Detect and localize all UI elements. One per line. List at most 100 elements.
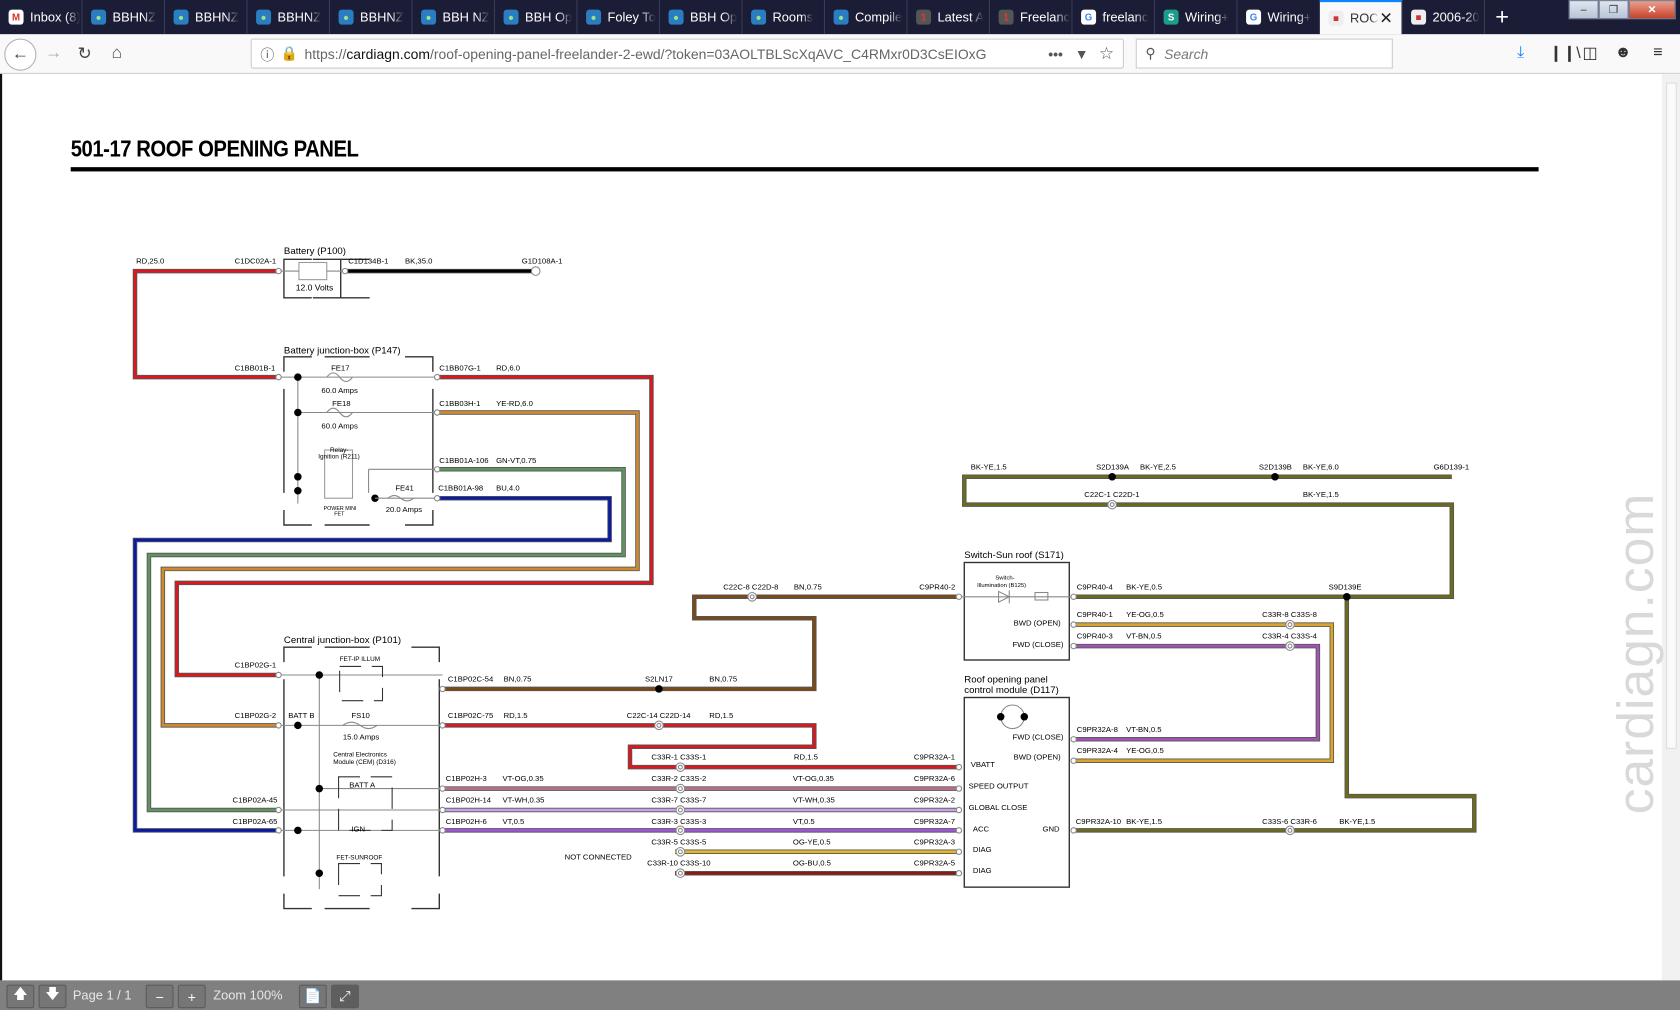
wire-label: VT-WH,0.35	[793, 796, 835, 805]
wire-label: RD,1.5	[709, 711, 733, 720]
connector-pin	[955, 848, 963, 856]
module-label: Roof opening panel	[964, 675, 1047, 686]
connector-pin	[433, 466, 441, 473]
connector-pin	[439, 785, 446, 792]
not-connected-label: NOT CONNECTED	[565, 852, 632, 861]
splice-dot	[294, 721, 302, 730]
wire-label: C9PR40-3	[1077, 632, 1113, 641]
wire-label: BK-YE,1.5	[971, 462, 1007, 471]
wire-label: RD,1.5	[504, 711, 528, 720]
splice-dot	[294, 486, 302, 495]
fuse-rating: 20.0 Amps	[386, 505, 423, 514]
wire-label: C33R-5 C33S-5	[651, 837, 706, 846]
zoom-out-button[interactable]: −	[145, 984, 174, 1009]
connector-pin	[1070, 642, 1077, 650]
splice-dot	[1020, 713, 1029, 721]
wire-label: DIAG	[973, 845, 992, 854]
wire-label: BATT B	[288, 711, 314, 720]
connector-pin	[433, 409, 441, 416]
wire-label: BK-YE,2.5	[1140, 462, 1176, 471]
splice-dot	[294, 826, 302, 835]
wire-label: IGN	[351, 824, 365, 833]
module-label: control module (D117)	[964, 685, 1059, 696]
wire-label: OG-YE,0.5	[793, 837, 831, 846]
connector-pin	[433, 495, 441, 502]
wire-label: BN,0.75	[709, 674, 737, 683]
zoom-in-button[interactable]: +	[177, 984, 206, 1009]
wire-label: C1BP02H-14	[446, 796, 492, 805]
prev-page-button[interactable]: 🡅	[6, 984, 35, 1009]
wire-label: G1D108A-1	[522, 257, 563, 266]
wire-label: C1BP02G-2	[235, 711, 277, 720]
cjb-label: Central junction-box (P101)	[284, 635, 401, 646]
splice-dot	[1108, 473, 1116, 481]
connector-pin	[955, 785, 963, 792]
cjb-relay-2	[338, 863, 382, 897]
wire-label: C33R-8 C33S-8	[1262, 610, 1317, 619]
wire-label: VT-BN,0.5	[1126, 632, 1162, 641]
wire-label: C22C-8 C22D-8	[723, 582, 778, 591]
connector-pin	[439, 806, 446, 814]
connector-pin	[1070, 621, 1077, 628]
wire-label: C9PR32A-1	[914, 753, 955, 762]
wire-rd-25	[133, 269, 279, 379]
wire-label: C9PR32A-4	[1077, 746, 1119, 755]
battery-voltage: 12.0 Volts	[296, 282, 334, 292]
splice-dot	[315, 869, 324, 877]
wiring-diagram: Battery (P100) 12.0 Volts RD,25.0 C1DC02A-1…	[132, 246, 1477, 910]
connector-pin	[433, 373, 441, 381]
splice-dot	[294, 473, 302, 481]
wire-rd-6-outline	[174, 374, 654, 678]
splice-dot	[1271, 473, 1279, 481]
wire-label: BK-YE,0.5	[1126, 582, 1162, 591]
wire-label: YE-OG,0.5	[1126, 610, 1164, 619]
wire-label: C1BB01A-106	[439, 456, 488, 465]
wire-label: SPEED OUTPUT	[969, 782, 1029, 791]
download-pdf-button[interactable]: 📄	[298, 984, 327, 1009]
wire-label: G6D139-1	[1434, 462, 1470, 471]
fullscreen-button[interactable]: ⤢	[331, 984, 359, 1009]
connector-pin	[1070, 593, 1077, 601]
switch-illum-label: Illumination (B125)	[977, 583, 1026, 589]
wire-label: VBATT	[971, 760, 996, 769]
module-label: Module (CEM) (D316)	[333, 759, 396, 766]
connector-pin	[439, 827, 446, 834]
switch-label: Switch-Sun roof (S171)	[964, 550, 1064, 561]
inline-connector	[1285, 619, 1295, 630]
inline-connector	[1107, 499, 1117, 510]
cjb-relay-0	[339, 665, 384, 702]
wire-label: FWD (CLOSE)	[1013, 640, 1064, 649]
next-page-button[interactable]: 🡇	[38, 984, 67, 1009]
splice-dot	[294, 373, 302, 381]
fuse-rating: 60.0 Amps	[321, 422, 358, 431]
wire-label: C1BP02H-3	[446, 774, 487, 783]
wire-rd-6	[175, 375, 653, 677]
wire-label: BATT A	[349, 781, 376, 790]
connector-pin	[275, 806, 282, 814]
wire-label: BN,0.75	[504, 674, 532, 683]
wire-bk-ye-top	[962, 475, 1454, 599]
splice-dot	[294, 408, 302, 417]
inline-connector	[675, 846, 686, 857]
inline-connector	[675, 783, 686, 794]
wire-label: C1BP02C-54	[448, 674, 494, 683]
wire-label: C9PR32A-5	[914, 859, 955, 868]
inline-connector	[747, 591, 757, 602]
relay-label: FET-SUNROOF	[336, 854, 382, 861]
wire-label: C1BB01B-1	[235, 364, 276, 373]
wire-label: ACC	[973, 824, 990, 833]
wire-label: YE-RD,6.0	[496, 399, 533, 408]
wire-label: C9PR32A-3	[914, 837, 955, 846]
wire-label: VT-OG,0.35	[793, 774, 834, 783]
wire-label: BU,4.0	[496, 484, 520, 493]
connector-pin	[275, 373, 282, 381]
wire-label: C22C-14 C22D-14	[627, 711, 692, 720]
fuse-label: FE17	[331, 364, 349, 373]
wire-label: RD,25.0	[136, 257, 164, 266]
wire-label: C1BB03H-1	[439, 399, 480, 408]
connector-pin	[955, 870, 963, 877]
wire-label: C33R-3 C33S-3	[651, 817, 706, 826]
wire-label: C1BP02C-75	[448, 711, 493, 720]
wire-rd-25-outline	[132, 268, 279, 380]
wire-label: OG-BU,0.5	[793, 859, 831, 868]
